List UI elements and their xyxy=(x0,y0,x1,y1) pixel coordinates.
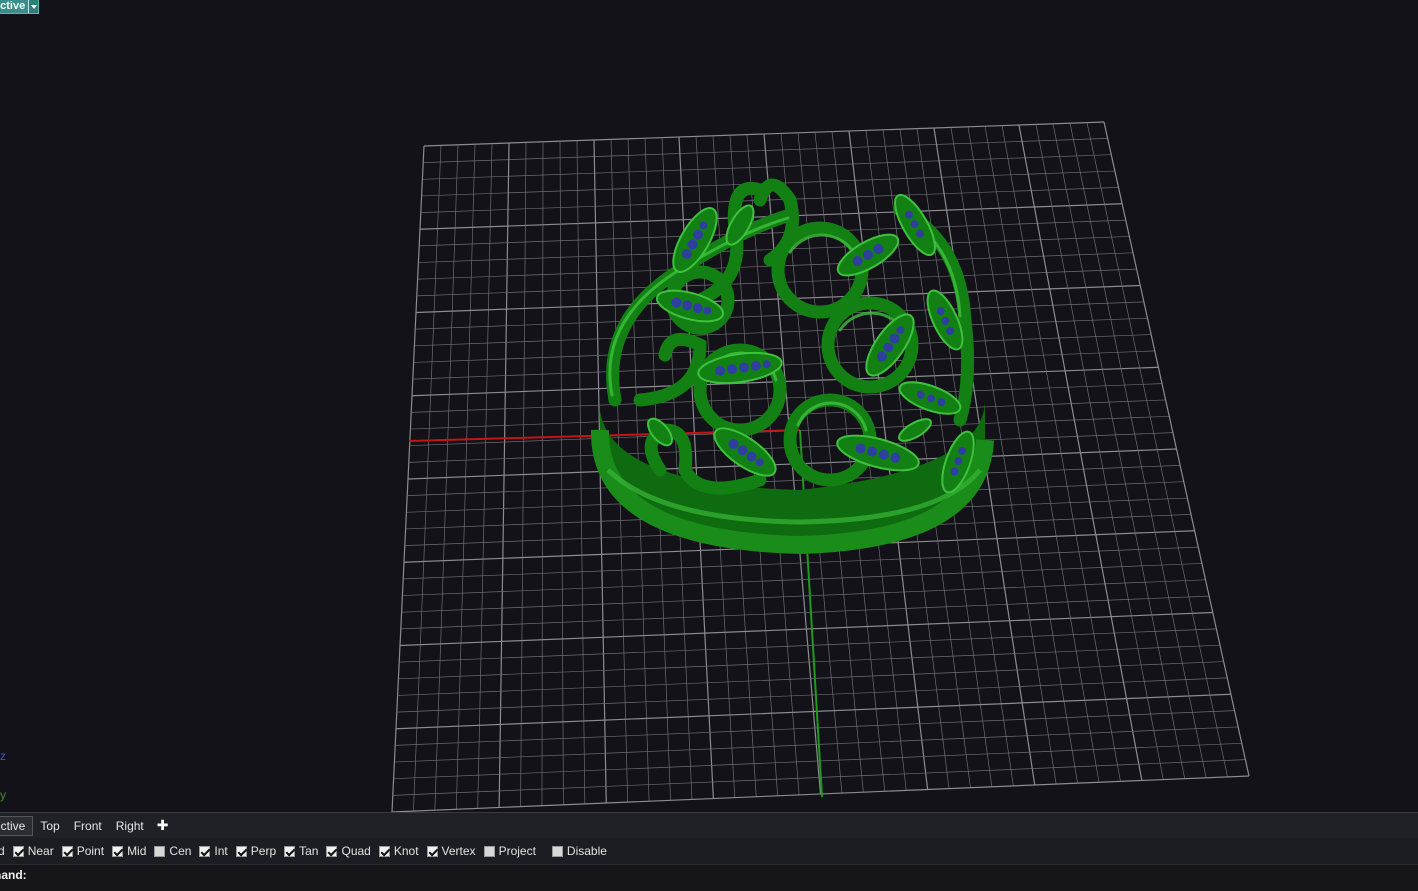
viewport-canvas[interactable] xyxy=(0,0,1418,812)
checkbox-icon[interactable] xyxy=(61,845,73,857)
osnap-int[interactable]: Int xyxy=(199,844,228,858)
osnap-near[interactable]: Near xyxy=(12,844,54,858)
tab-perspective[interactable]: ective xyxy=(0,815,34,836)
add-viewport-icon[interactable]: ✚ xyxy=(151,817,175,834)
checkbox-icon[interactable] xyxy=(551,845,563,857)
osnap-label: Tan xyxy=(299,844,319,858)
grid-line xyxy=(1052,123,1186,779)
checkbox-icon[interactable] xyxy=(483,845,495,857)
checkbox-icon[interactable] xyxy=(12,845,24,857)
osnap-mid[interactable]: Mid xyxy=(112,844,146,858)
osnap-point[interactable]: Point xyxy=(61,844,105,858)
command-prompt: nand: xyxy=(0,868,27,882)
tab-front[interactable]: Front xyxy=(67,817,109,835)
grid-line xyxy=(1018,124,1143,781)
command-line[interactable]: nand: xyxy=(0,864,1418,891)
checkbox-icon[interactable] xyxy=(378,845,390,857)
osnap-label: Point xyxy=(76,844,105,858)
osnap-label: Knot xyxy=(393,844,419,858)
osnap-label: d xyxy=(0,844,5,858)
grid-line xyxy=(1035,124,1164,780)
checkbox-icon[interactable] xyxy=(326,845,338,857)
osnap-vertex[interactable]: Vertex xyxy=(426,844,476,858)
osnap-perp[interactable]: Perp xyxy=(235,844,277,858)
perspective-viewport[interactable]: ective z y xyxy=(0,0,1418,812)
osnap-disable[interactable]: Disable xyxy=(551,844,607,858)
osnap-quad[interactable]: Quad xyxy=(326,844,371,858)
viewport-title: ective xyxy=(0,0,26,12)
osnap-label: Near xyxy=(27,844,54,858)
osnap-label: Disable xyxy=(566,844,607,858)
axis-y-label: y xyxy=(0,788,6,802)
osnap-label: Cen xyxy=(169,844,192,858)
osnap-label: Quad xyxy=(341,844,371,858)
osnap-tan[interactable]: Tan xyxy=(284,844,318,858)
osnap-label: Perp xyxy=(250,844,277,858)
grid-line xyxy=(1103,121,1250,777)
osnap-cen[interactable]: Cen xyxy=(154,844,191,858)
osnap-end[interactable]: d xyxy=(0,844,5,858)
checkbox-icon[interactable] xyxy=(112,845,124,857)
checkbox-icon[interactable] xyxy=(284,845,296,857)
osnap-label: Int xyxy=(214,844,228,858)
tab-right[interactable]: Right xyxy=(109,817,151,835)
checkbox-icon[interactable] xyxy=(426,845,438,857)
osnap-project[interactable]: Project xyxy=(483,844,536,858)
grid-line xyxy=(1069,123,1207,778)
grid-line xyxy=(1086,122,1228,777)
checkbox-icon[interactable] xyxy=(154,845,166,857)
checkbox-icon[interactable] xyxy=(235,845,247,857)
osnap-bar: d Near Point Mid Cen Int Perp Tan Quad K… xyxy=(0,838,1418,864)
viewport-title-tab[interactable]: ective xyxy=(0,0,40,14)
viewport-tab-bar: ective Top Front Right ✚ xyxy=(0,812,1418,838)
osnap-label: Mid xyxy=(127,844,147,858)
osnap-label: Project xyxy=(498,844,536,858)
checkbox-icon[interactable] xyxy=(199,845,211,857)
osnap-knot[interactable]: Knot xyxy=(378,844,419,858)
chevron-down-icon[interactable] xyxy=(28,0,39,13)
osnap-label: Vertex xyxy=(441,844,476,858)
tab-top[interactable]: Top xyxy=(33,817,66,835)
axis-z-label: z xyxy=(0,749,6,763)
